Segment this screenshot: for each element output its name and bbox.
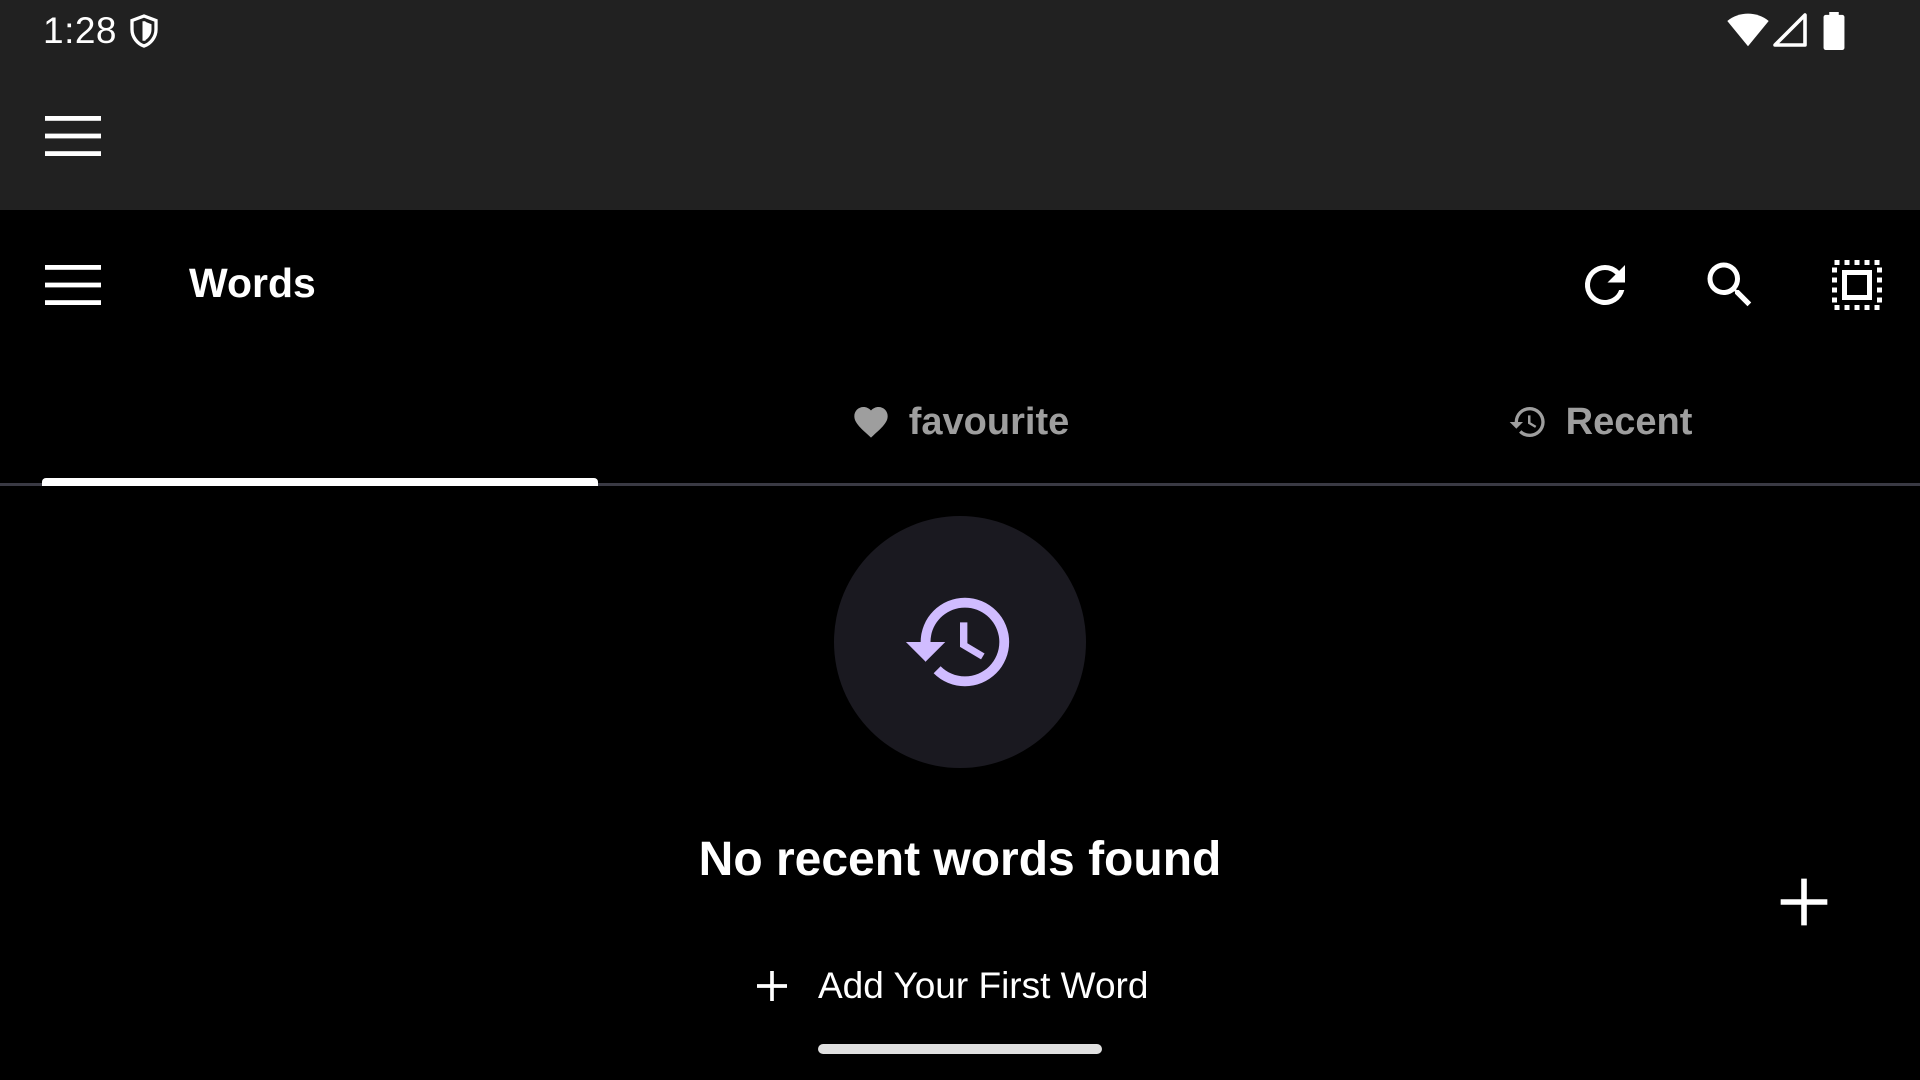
search-icon[interactable]: [1700, 255, 1760, 315]
tab-favourite-label: favourite: [908, 400, 1070, 443]
app-screen: 1:28 Words favourite Recent No recent wo…: [0, 0, 1920, 1080]
battery-icon: [1823, 12, 1845, 50]
page-title: Words: [189, 260, 316, 306]
add-word-plus-icon[interactable]: [1776, 874, 1832, 930]
tab-all[interactable]: [0, 360, 640, 484]
wifi-icon: [1727, 13, 1769, 47]
history-icon: [905, 597, 1010, 687]
select-all-icon[interactable]: [1827, 255, 1887, 315]
tab-selected-indicator: [42, 478, 598, 486]
gesture-navigation-bar[interactable]: [818, 1044, 1102, 1054]
tab-bar: favourite Recent: [0, 360, 1920, 486]
heart-icon: [854, 407, 888, 438]
words-toolbar: Words: [0, 210, 1920, 360]
refresh-icon[interactable]: [1575, 255, 1635, 315]
tab-recent-label: Recent: [1565, 400, 1693, 443]
history-icon: [1509, 407, 1545, 437]
drawer-menu-icon[interactable]: [45, 263, 101, 307]
empty-state-message: No recent words found: [698, 833, 1222, 886]
add-first-word-button[interactable]: Add Your First Word: [752, 954, 1148, 1018]
hamburger-menu-icon[interactable]: [45, 114, 101, 158]
status-time: 1:28: [43, 10, 118, 51]
shield-icon: [130, 14, 158, 48]
cellular-signal-icon: [1773, 13, 1807, 47]
add-first-word-label: Add Your First Word: [818, 965, 1149, 1006]
outer-app-bar: [0, 62, 1920, 210]
empty-state-icon-container: [834, 516, 1086, 768]
tab-favourite[interactable]: favourite: [640, 360, 1280, 484]
status-bar: 1:28: [0, 0, 1920, 62]
tab-recent[interactable]: Recent: [1280, 360, 1920, 484]
plus-icon: [757, 971, 787, 1001]
